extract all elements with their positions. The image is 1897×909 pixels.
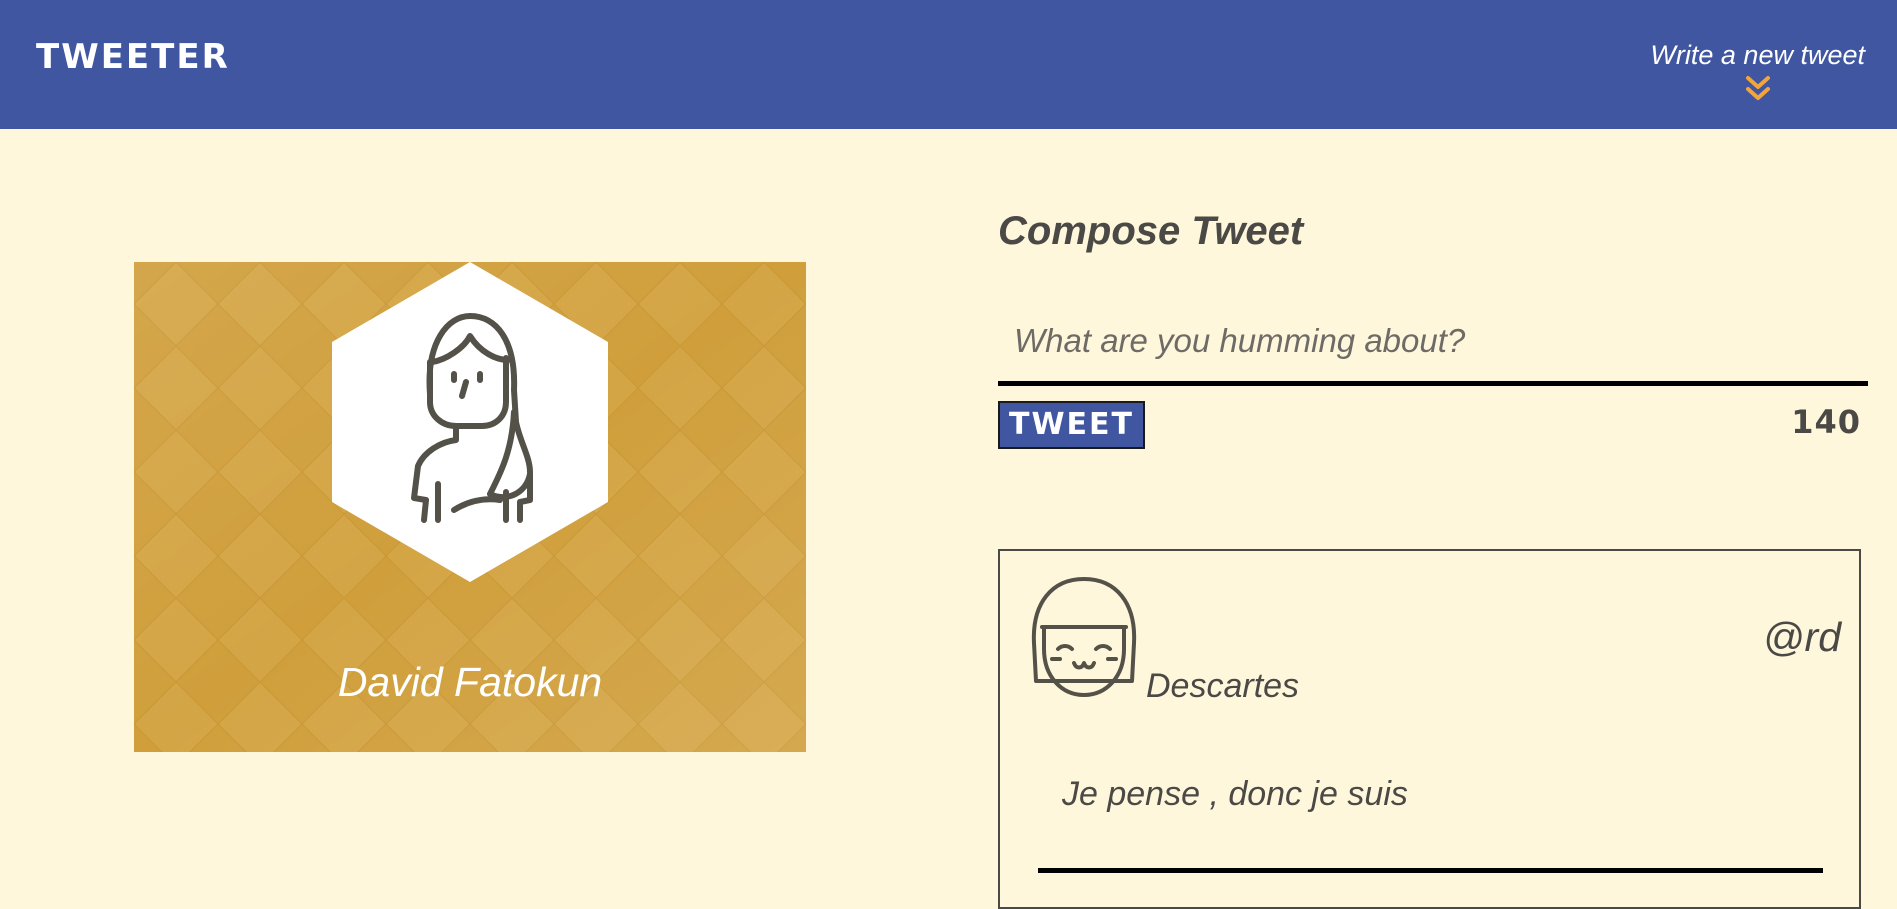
profile-card: David Fatokun (134, 262, 806, 752)
site-logo[interactable]: TWEETER (36, 40, 230, 74)
profile-name: David Fatokun (337, 659, 603, 705)
compose-title: Compose Tweet (998, 209, 1304, 253)
tweet-author-handle: @rd (1762, 614, 1841, 660)
top-navbar: TWEETER Write a new tweet (0, 0, 1897, 129)
smiling-girl-avatar-icon (1031, 577, 1137, 697)
tweet-content: Je pense , donc je suis (1062, 775, 1408, 813)
double-chevron-down-icon[interactable] (1743, 75, 1773, 103)
tweet-textarea[interactable] (998, 310, 1868, 386)
tweet-card: Descartes @rd Je pense , donc je suis (998, 549, 1861, 909)
tweet-author-name: Descartes (1146, 667, 1300, 705)
write-new-tweet-label[interactable]: Write a new tweet (1650, 42, 1865, 69)
tweet-divider (1038, 868, 1823, 873)
character-counter: 140 (1791, 403, 1861, 441)
woman-avatar-icon (332, 262, 608, 582)
tweet-submit-button[interactable]: TWEET (998, 401, 1145, 449)
write-new-tweet-toggle[interactable]: Write a new tweet (1650, 42, 1865, 103)
